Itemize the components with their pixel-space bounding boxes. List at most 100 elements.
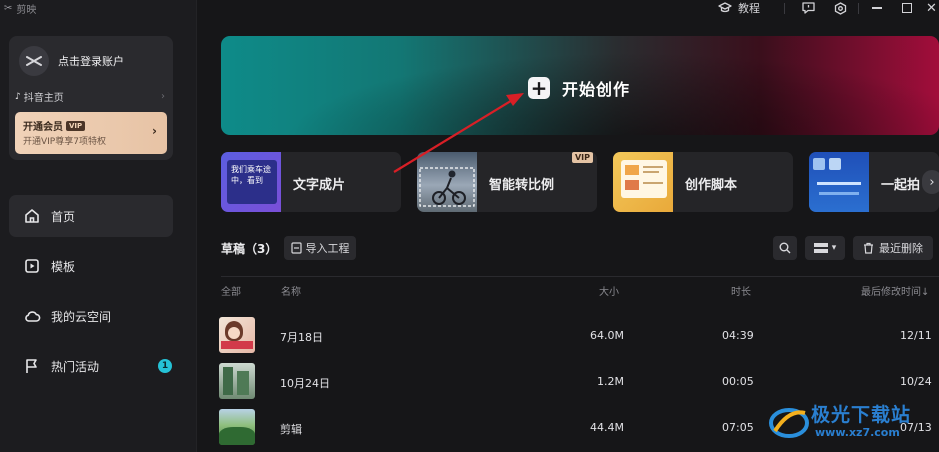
search-icon [779,242,791,254]
plus-icon: + [528,77,550,99]
chevron-right-icon: › [152,124,157,138]
settings-button[interactable] [834,1,847,15]
drafts-divider [221,276,939,277]
text-to-video-thumbnail: 我们乘车途中，看到 [221,152,281,212]
sidebar-item-home[interactable]: 首页 [9,195,173,237]
import-project-label: 导入工程 [305,242,350,255]
draft-modified: 12/11 [900,329,932,342]
cloud-icon [23,307,41,325]
sidebar-item-label: 模板 [51,259,76,274]
features-next-button[interactable]: › [922,170,939,194]
draft-name: 7月18日 [280,331,323,344]
vip-badge: VIP [571,152,593,163]
document-icon [290,242,302,254]
column-header-modified[interactable]: 最后修改时间↓ [861,283,929,298]
notification-badge: 1 [158,359,172,373]
chevron-right-icon: › [161,91,165,102]
maximize-icon [902,3,912,13]
draft-duration: 04:39 [722,329,754,342]
sidebar-item-templates[interactable]: 模板 [9,245,173,287]
sidebar-item-label: 我的云空间 [51,309,112,324]
draft-name: 10月24日 [280,377,330,390]
chevron-right-icon: › [929,174,935,190]
template-icon [23,257,41,275]
titlebar-divider [858,3,859,14]
feature-label: 文字成片 [293,178,346,193]
home-icon [23,207,41,225]
feature-text-to-video[interactable]: 我们乘车途中，看到 文字成片 [221,152,401,212]
start-creating-banner[interactable]: + 开始创作 [221,36,939,135]
draft-thumbnail [219,409,255,445]
avatar[interactable] [19,46,49,76]
search-button[interactable] [773,236,797,260]
sidebar: ✂ 剪映 点击登录账户 ♪ 抖音主页 › 开通会员 VIP 开通VIP尊享7项特… [0,0,197,452]
column-header-duration[interactable]: 时长 [731,283,751,298]
douyin-icon: ♪ [15,91,21,102]
close-button[interactable]: ✕ [926,0,937,16]
view-mode-dropdown[interactable]: ▾ [805,236,845,260]
list-view-icon [813,243,828,253]
sidebar-item-label: 首页 [51,209,76,224]
tutorial-label: 教程 [738,2,760,15]
graduation-cap-icon [718,2,732,13]
feature-smart-ratio[interactable]: 智能转比例 VIP [417,152,597,212]
minimize-icon [872,7,882,9]
sidebar-item-events[interactable]: 热门活动 1 [9,345,173,387]
vip-tag: VIP [66,120,86,131]
watermark-url: www.xz7.com [815,426,900,439]
minimize-button[interactable] [872,1,882,15]
drafts-title: 草稿（3） [221,242,278,256]
gear-icon [834,1,847,15]
column-header-all[interactable]: 全部 [221,283,241,298]
draft-modified: 10/24 [900,375,932,388]
feedback-button[interactable] [802,1,815,15]
close-icon: ✕ [926,0,937,16]
table-row[interactable]: 10月24日 1.2M 00:05 10/24 [219,363,939,403]
feedback-icon [802,2,815,14]
start-creating-button[interactable]: + 开始创作 [528,76,630,100]
draft-duration: 00:05 [722,375,754,388]
titlebar-divider [784,3,785,14]
draft-name: 剪辑 [280,423,302,436]
script-thumbnail [613,152,673,212]
script-doc-image [621,160,667,198]
sidebar-item-cloud[interactable]: 我的云空间 [9,295,173,337]
account-card: 点击登录账户 ♪ 抖音主页 › 开通会员 VIP 开通VIP尊享7项特权 › [9,36,173,160]
draft-size: 1.2M [597,375,624,388]
column-header-name[interactable]: 名称 [281,283,301,298]
chevron-down-icon: ▾ [831,243,837,253]
recent-delete-label: 最近删除 [879,242,923,255]
smart-ratio-thumbnail [417,152,477,212]
vip-title: 开通会员 VIP [23,118,86,133]
maximize-button[interactable] [902,1,912,15]
feature-label: 创作脚本 [685,178,738,193]
column-header-size[interactable]: 大小 [599,283,619,298]
draft-size: 64.0M [590,329,624,342]
tutorial-button[interactable]: 教程 [718,1,760,15]
douyin-home-link[interactable]: ♪ 抖音主页 › [15,89,165,104]
app-logo: ✂ 剪映 [4,1,36,16]
feature-label: 智能转比例 [489,178,555,193]
login-link[interactable]: 点击登录账户 [58,53,124,69]
thumbnail-caption: 我们乘车途中，看到 [227,160,277,204]
feature-label: 一起拍 [881,178,921,193]
watermark-logo-icon [769,408,809,438]
watermark-text: 极光下载站 [811,404,912,426]
capcut-logo-icon: ✂ [4,2,13,14]
trash-icon [864,242,873,254]
start-creating-label: 开始创作 [562,80,631,99]
import-project-button[interactable]: 导入工程 [284,236,356,260]
feature-script[interactable]: 创作脚本 [613,152,793,212]
cyclist-image [419,167,475,207]
vip-title-text: 开通会员 [23,122,63,133]
flag-icon [23,357,41,375]
capcut-avatar-icon [26,56,42,66]
douyin-label: 抖音主页 [23,93,64,104]
vip-upgrade-button[interactable]: 开通会员 VIP 开通VIP尊享7项特权 › [15,112,167,154]
draft-thumbnail [219,363,255,399]
feature-shoot-together[interactable]: 一起拍 [809,152,939,212]
table-row[interactable]: 7月18日 64.0M 04:39 12/11 [219,317,939,357]
draft-duration: 07:05 [722,421,754,434]
draft-size: 44.4M [590,421,624,434]
recent-delete-button[interactable]: 最近删除 [853,236,933,260]
